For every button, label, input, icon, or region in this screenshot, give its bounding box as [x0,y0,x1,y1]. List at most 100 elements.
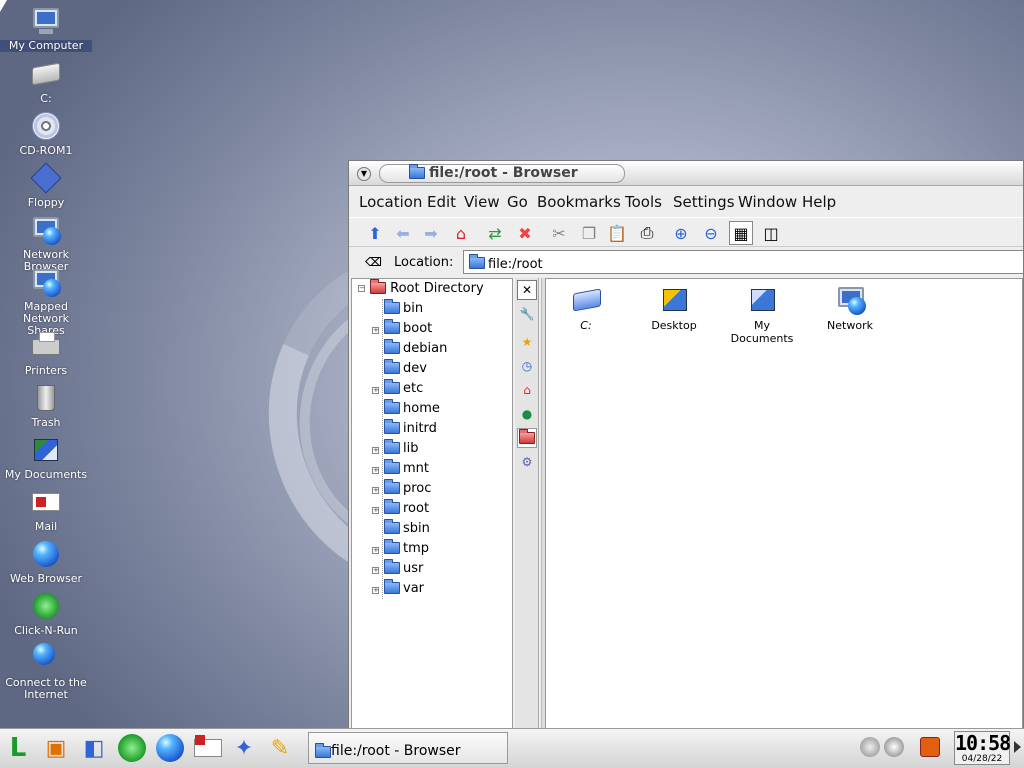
file-item-network[interactable]: Network [810,283,890,332]
menu-settings[interactable]: Settings [673,193,735,211]
menu-help[interactable]: Help [802,193,836,211]
expand-icon[interactable]: + [372,567,379,574]
title-bar[interactable]: ▼ file:/root - Browser [349,161,1023,186]
location-input[interactable] [463,250,1023,274]
expand-icon[interactable]: + [372,547,379,554]
tree-item[interactable]: var [384,579,424,596]
expand-icon[interactable]: + [372,587,379,594]
expand-icon[interactable]: + [372,467,379,474]
desktop-icon-my-documents[interactable]: My Documents [0,433,92,481]
menu-go[interactable]: Go [507,193,528,211]
desktop-icon-label: Mail [34,520,58,533]
desktop-icon-printers[interactable]: Printers [0,329,92,377]
desktop-icon-network-browser[interactable]: Network Browser [0,213,92,273]
zoom-out-icon[interactable]: ⊖ [699,221,723,245]
stop-icon[interactable]: ✖ [513,221,537,245]
desktop-icon-connect-internet[interactable]: Connect to the Internet [0,641,92,701]
clock[interactable]: 10:58 04/28/22 [954,731,1011,765]
volume-icon[interactable] [860,737,880,757]
desktop-icon-web-browser[interactable]: Web Browser [0,537,92,585]
close-panel-icon[interactable]: ✕ [517,280,537,300]
tree-item[interactable]: home [384,399,440,416]
folder-icon [384,339,400,354]
taskbar-scroll-arrow-icon[interactable] [1014,741,1021,753]
expand-icon[interactable]: + [372,327,379,334]
desktop-icon-trash[interactable]: Trash [0,381,92,429]
globe-icon[interactable] [154,732,186,764]
forward-arrow-icon[interactable]: ➡ [419,221,443,245]
paste-icon[interactable]: 📋 [605,221,629,245]
network-globe-icon[interactable]: ● [517,404,537,424]
network-runner-icon[interactable]: ✦ [228,732,260,764]
desktop-icon-mapped-network[interactable]: Mapped Network Shares [0,265,92,337]
menu-edit[interactable]: Edit [427,193,456,211]
root-folder-icon[interactable] [517,428,537,448]
folder-icon [469,254,485,270]
configure-icon[interactable]: 🔧 [517,304,537,324]
home-icon[interactable]: ⌂ [449,221,473,245]
split-view-icon[interactable]: ◫ [759,221,783,245]
tree-item[interactable]: etc [384,379,423,396]
desktop-icon-click-n-run[interactable]: Click-N-Run [0,589,92,637]
tree-item[interactable]: tmp [384,539,429,556]
desktop-icon-label-line2: Internet [24,688,68,701]
history-clock-icon[interactable]: ◷ [517,356,537,376]
tree-item[interactable]: mnt [384,459,429,476]
collapse-icon[interactable]: − [358,285,365,292]
zoom-in-icon[interactable]: ⊕ [669,221,693,245]
file-item-c-drive[interactable]: C: [546,283,626,332]
tree-item[interactable]: lib [384,439,418,456]
tree-item[interactable]: initrd [384,419,437,436]
menu-window[interactable]: Window [738,193,797,211]
lifejacket-icon[interactable]: ▣ [40,732,72,764]
expand-icon[interactable]: + [372,447,379,454]
mail-icon[interactable] [192,732,224,764]
reload-icon[interactable]: ⇄ [483,221,507,245]
expand-icon[interactable]: + [372,487,379,494]
clear-location-icon[interactable]: ⌫ [365,255,382,269]
runner-icon[interactable] [116,732,148,764]
tree-item[interactable]: usr [384,559,423,576]
desktop-icon-cdrom[interactable]: CD-ROM1 [0,109,92,157]
cube-icon[interactable]: ◧ [78,732,110,764]
tree-item[interactable]: root [384,499,429,516]
desktop-icon-floppy[interactable]: Floppy [0,161,92,209]
desktop-icon-my-computer[interactable]: My Computer [0,4,92,52]
network-status-icon[interactable] [884,737,904,757]
menu-view[interactable]: View [464,193,500,211]
desktop-icon-c-drive[interactable]: C: [0,57,92,105]
tree-root[interactable]: Root Directory [370,279,484,296]
file-item-my-documents[interactable]: My Documents [722,283,802,345]
start-menu-icon[interactable]: L [2,732,34,764]
tree-item[interactable]: proc [384,479,431,496]
menu-tools[interactable]: Tools [625,193,662,211]
home-folder-icon[interactable]: ⌂ [517,380,537,400]
folder-icon [315,743,331,760]
tree-item[interactable]: sbin [384,519,430,536]
tree-item[interactable]: bin [384,299,423,316]
power-icon[interactable] [920,737,940,757]
up-arrow-icon[interactable]: ⬆ [363,221,387,245]
hard-drive-icon [29,57,63,91]
bookmarks-star-icon[interactable]: ★ [517,332,537,352]
tree-item[interactable]: debian [384,339,447,356]
file-item-desktop[interactable]: Desktop [634,283,714,332]
services-icon[interactable]: ⚙ [517,452,537,472]
menu-location[interactable]: Location [359,193,422,211]
tree-item[interactable]: boot [384,319,432,336]
copy-icon[interactable]: ❐ [577,221,601,245]
expand-icon[interactable]: + [372,507,379,514]
expand-icon[interactable]: + [372,387,379,394]
print-icon[interactable]: ⎙ [635,221,659,245]
back-arrow-icon[interactable]: ⬅ [391,221,415,245]
menu-bookmarks[interactable]: Bookmarks [537,193,621,211]
window-menu-icon[interactable]: ▼ [357,167,371,181]
navigation-panel-tabs: ✕ 🔧 ★ ◷ ⌂ ● ⚙ [515,278,539,729]
drive-link-icon [570,283,602,315]
desktop-icon-mail[interactable]: Mail [0,485,92,533]
desktop-shortcut-icon[interactable]: ✎ [264,732,296,764]
cut-icon[interactable]: ✂ [547,221,571,245]
view-mode-icon[interactable]: ▦ [729,221,753,245]
taskbar-task-browser[interactable]: file:/root - Browser [308,732,508,764]
tree-item[interactable]: dev [384,359,427,376]
